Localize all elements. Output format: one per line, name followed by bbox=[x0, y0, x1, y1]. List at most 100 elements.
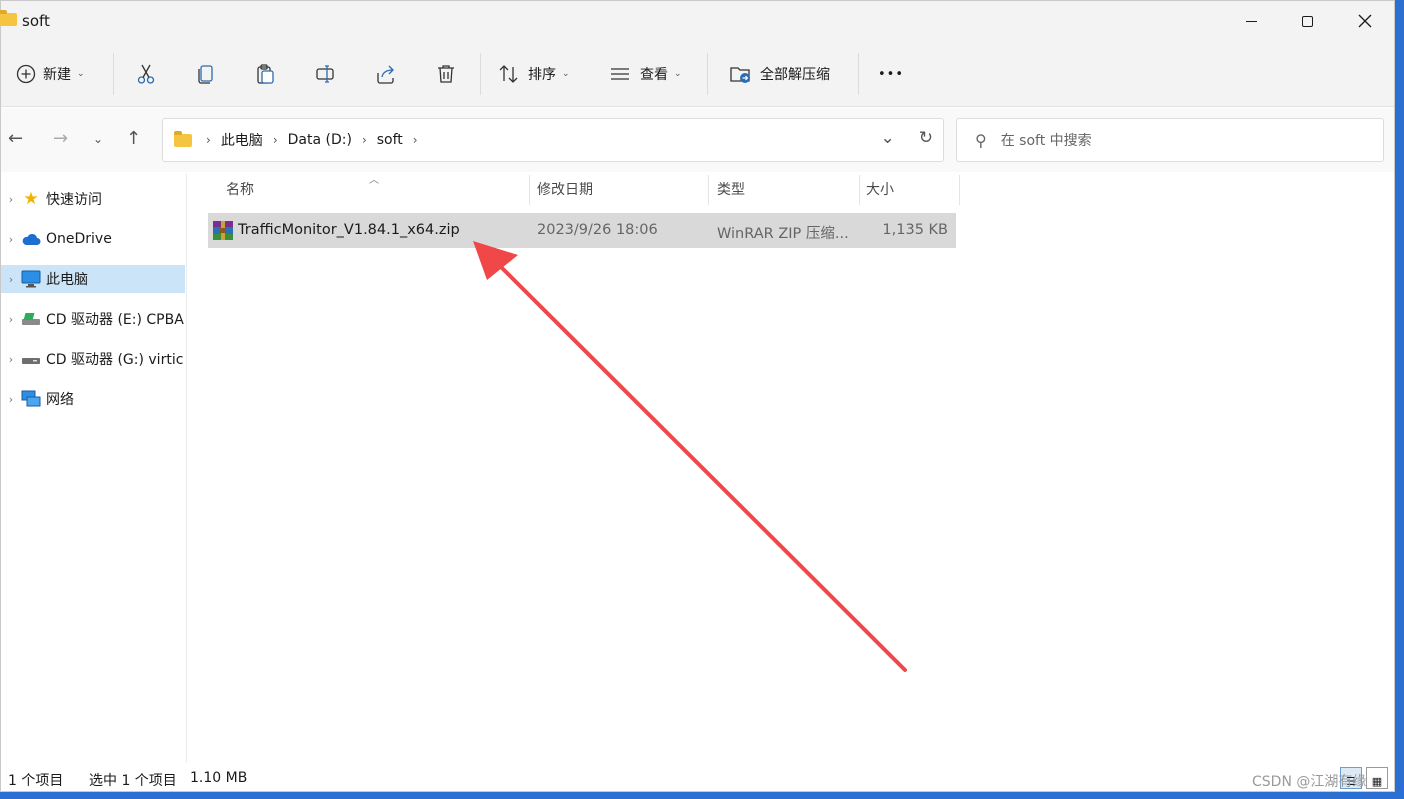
breadcrumb-item[interactable]: Data (D:) bbox=[288, 132, 352, 148]
new-button[interactable]: 新建 ⌄ bbox=[15, 58, 85, 90]
title-bar: soft bbox=[0, 1, 1394, 41]
new-label: 新建 bbox=[43, 67, 71, 83]
folder-icon bbox=[174, 130, 192, 147]
close-icon bbox=[1358, 14, 1372, 28]
refresh-button[interactable]: ↻ bbox=[919, 128, 933, 148]
sidebar-item-label: 快速访问 bbox=[46, 192, 102, 208]
chevron-right-icon[interactable]: › bbox=[1, 393, 21, 406]
selection-size: 1.10 MB bbox=[190, 770, 248, 786]
address-bar[interactable]: › 此电脑 › Data (D:) › soft › ⌄ ↻ bbox=[162, 118, 944, 162]
divider bbox=[113, 53, 114, 95]
more-options-button[interactable]: ••• bbox=[878, 58, 904, 90]
sidebar-item-network[interactable]: › 网络 bbox=[1, 385, 185, 413]
sort-icon bbox=[499, 65, 518, 83]
rename-icon bbox=[316, 65, 334, 83]
more-icon: ••• bbox=[878, 66, 905, 82]
annotation-arrow bbox=[473, 241, 907, 672]
extract-all-label: 全部解压缩 bbox=[760, 67, 830, 83]
sidebar-item-cd-drive-e[interactable]: › CD 驱动器 (E:) CPBA bbox=[1, 305, 185, 333]
arrow-up-icon: ↑ bbox=[126, 128, 142, 149]
sidebar-item-label: OneDrive bbox=[46, 231, 112, 247]
paste-button[interactable] bbox=[255, 58, 277, 90]
view-label: 查看 bbox=[640, 67, 668, 83]
sidebar-item-quick-access[interactable]: › ★ 快速访问 bbox=[1, 185, 185, 213]
trash-icon bbox=[438, 65, 454, 83]
extract-folder-icon bbox=[730, 67, 750, 83]
chevron-down-icon: ⌄ bbox=[562, 69, 570, 79]
share-icon bbox=[377, 65, 394, 84]
chevron-right-icon: › bbox=[361, 133, 367, 147]
sidebar-item-label: 网络 bbox=[46, 392, 74, 408]
search-box[interactable]: ⚲ 在 soft 中搜索 bbox=[956, 118, 1384, 162]
sidebar-item-label: CD 驱动器 (G:) virtic bbox=[46, 352, 184, 368]
computer-icon bbox=[21, 270, 41, 288]
forward-button[interactable]: → bbox=[53, 128, 68, 149]
list-view-icon bbox=[611, 68, 629, 80]
sort-button[interactable]: 排序 ⌄ bbox=[498, 58, 570, 90]
up-button[interactable]: ↑ bbox=[126, 128, 141, 149]
sidebar-item-label: CD 驱动器 (E:) CPBA bbox=[46, 312, 184, 328]
minimize-icon bbox=[1245, 20, 1257, 22]
arrow-right-icon: → bbox=[53, 128, 69, 149]
delete-button[interactable] bbox=[435, 58, 457, 90]
cd-drive-icon bbox=[21, 310, 41, 328]
paste-icon bbox=[257, 64, 274, 84]
view-button[interactable]: 查看 ⌄ bbox=[609, 58, 682, 90]
status-bar: 1 个项目 选中 1 个项目 1.10 MB ☰ ▦ bbox=[1, 763, 1396, 793]
chevron-right-icon[interactable]: › bbox=[1, 193, 21, 206]
chevron-down-icon: ⌄ bbox=[77, 69, 85, 79]
share-button[interactable] bbox=[375, 58, 397, 90]
selection-count: 选中 1 个项目 bbox=[89, 773, 177, 789]
copy-button[interactable] bbox=[195, 58, 217, 90]
search-placeholder: 在 soft 中搜索 bbox=[1000, 133, 1092, 149]
divider bbox=[858, 53, 859, 95]
breadcrumb-item[interactable]: soft bbox=[377, 132, 403, 148]
plus-circle-icon bbox=[16, 64, 36, 84]
extract-all-button[interactable]: 全部解压缩 bbox=[729, 58, 830, 90]
maximize-button[interactable] bbox=[1278, 1, 1336, 41]
breadcrumb-item[interactable]: 此电脑 bbox=[221, 130, 263, 150]
cut-button[interactable] bbox=[135, 58, 157, 90]
window-title: soft bbox=[22, 12, 50, 30]
chevron-right-icon: › bbox=[272, 133, 278, 147]
copy-icon bbox=[198, 65, 213, 84]
chevron-right-icon: › bbox=[412, 133, 418, 147]
chevron-down-icon: ⌄ bbox=[93, 132, 104, 146]
address-history-button[interactable]: ⌄ bbox=[881, 128, 895, 148]
sidebar-item-onedrive[interactable]: › OneDrive bbox=[1, 225, 185, 253]
chevron-down-icon: ⌄ bbox=[674, 69, 682, 79]
sidebar-item-label: 此电脑 bbox=[46, 272, 88, 288]
scissors-icon bbox=[137, 64, 155, 84]
arrow-left-icon: ← bbox=[8, 128, 24, 149]
rename-button[interactable] bbox=[315, 58, 337, 90]
command-bar: 新建 ⌄ 排序 ⌄ 查看 ⌄ 全部解压缩 ••• bbox=[1, 41, 1394, 107]
sort-label: 排序 bbox=[528, 67, 556, 83]
navigation-bar: ← → ⌄ ↑ › 此电脑 › Data (D:) › soft › ⌄ ↻ ⚲… bbox=[1, 108, 1394, 172]
tiles-view-icon: ▦ bbox=[1371, 775, 1383, 788]
cd-drive-icon bbox=[21, 350, 41, 368]
back-button[interactable]: ← bbox=[8, 128, 23, 149]
file-explorer-window: soft 新建 ⌄ 排序 ⌄ 查看 ⌄ 全部解压缩 ••• ← → ⌄ ↑ › … bbox=[0, 0, 1395, 792]
chevron-right-icon: › bbox=[206, 133, 211, 147]
chevron-right-icon[interactable]: › bbox=[1, 313, 21, 326]
star-icon: ★ bbox=[23, 189, 39, 209]
refresh-icon: ↻ bbox=[918, 128, 933, 148]
file-list: ︿ 名称 修改日期 类型 大小 TrafficMonitor_V1.84.1_x… bbox=[191, 173, 1381, 763]
close-button[interactable] bbox=[1336, 1, 1394, 41]
maximize-icon bbox=[1301, 15, 1313, 27]
chevron-down-icon: ⌄ bbox=[880, 128, 895, 148]
chevron-right-icon[interactable]: › bbox=[1, 273, 21, 286]
tiles-view-button[interactable]: ▦ bbox=[1366, 767, 1388, 789]
folder-icon bbox=[0, 10, 17, 26]
item-count: 1 个项目 bbox=[8, 773, 64, 789]
minimize-button[interactable] bbox=[1222, 1, 1280, 41]
recent-locations-button[interactable]: ⌄ bbox=[93, 132, 103, 146]
divider bbox=[707, 53, 708, 95]
navigation-pane: › ★ 快速访问 › OneDrive › 此电脑 › CD 驱动器 (E:) … bbox=[1, 173, 187, 763]
sidebar-item-cd-drive-g[interactable]: › CD 驱动器 (G:) virtic bbox=[1, 345, 185, 373]
chevron-right-icon[interactable]: › bbox=[1, 233, 21, 246]
sidebar-item-this-pc[interactable]: › 此电脑 bbox=[1, 265, 185, 293]
search-icon: ⚲ bbox=[975, 130, 987, 150]
network-icon bbox=[21, 390, 41, 408]
chevron-right-icon[interactable]: › bbox=[1, 353, 21, 366]
